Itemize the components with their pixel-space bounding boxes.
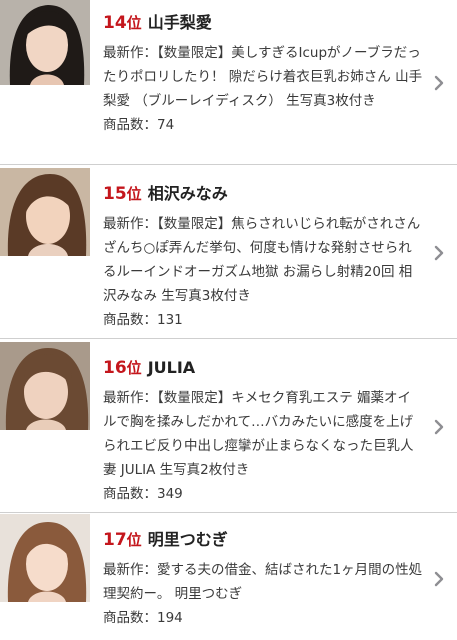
count-label: 商品数： [103, 610, 157, 626]
ranking-item[interactable]: 17位 明里つむぎ 最新作：愛する夫の借金、結ばされた1ヶ月間の性処理契約ー。 明… [0, 513, 457, 640]
actress-photo[interactable] [0, 0, 90, 85]
ranking-item[interactable]: 14位 山手梨愛 最新作：【数量限定】美しすぎるIcupがノーブラだったりポロリし… [0, 0, 457, 165]
actress-name[interactable]: 明里つむぎ [148, 530, 228, 549]
count-label: 商品数： [103, 117, 157, 133]
count-label: 商品数： [103, 312, 157, 328]
count-value: 131 [157, 312, 183, 328]
chevron-right-icon[interactable] [433, 245, 445, 261]
count-value: 194 [157, 610, 183, 626]
latest-release: 最新作：【数量限定】美しすぎるIcupがノーブラだったりポロリしたり！ 隙だらけ… [103, 41, 423, 113]
chevron-right-icon[interactable] [433, 75, 445, 91]
latest-label: 最新作： [103, 45, 157, 61]
rank-number: 17 [103, 530, 127, 550]
product-count: 商品数：349 [103, 482, 423, 506]
rank-suffix: 位 [126, 185, 142, 203]
rank-number: 16 [103, 358, 127, 378]
ranking-list: 14位 山手梨愛 最新作：【数量限定】美しすぎるIcupがノーブラだったりポロリし… [0, 0, 457, 640]
latest-label: 最新作： [103, 562, 157, 578]
count-value: 349 [157, 486, 183, 502]
count-label: 商品数： [103, 486, 157, 502]
actress-photo[interactable] [0, 168, 90, 256]
actress-name[interactable]: 山手梨愛 [148, 13, 212, 32]
rank-number: 14 [103, 13, 127, 33]
rank-suffix: 位 [126, 359, 142, 377]
latest-release: 最新作：愛する夫の借金、結ばされた1ヶ月間の性処理契約ー。 明里つむぎ [103, 558, 423, 606]
product-count: 商品数：194 [103, 606, 423, 630]
actress-name[interactable]: JULIA [148, 358, 195, 377]
latest-label: 最新作： [103, 390, 157, 406]
rank-suffix: 位 [126, 14, 142, 32]
actress-photo[interactable] [0, 514, 90, 602]
latest-release: 最新作：【数量限定】キメセク育乳エステ 媚薬オイルで胸を揉みしだかれて…バカみた… [103, 386, 423, 482]
product-count: 商品数：74 [103, 113, 423, 137]
count-value: 74 [157, 117, 175, 133]
rank-number: 15 [103, 184, 127, 204]
chevron-right-icon[interactable] [433, 419, 445, 435]
chevron-right-icon[interactable] [433, 571, 445, 587]
actress-photo[interactable] [0, 342, 90, 430]
product-count: 商品数：131 [103, 308, 423, 332]
ranking-item[interactable]: 15位 相沢みなみ 最新作：【数量限定】焦らされいじられ転がされさんざんち○ぽ弄ん… [0, 165, 457, 339]
actress-name[interactable]: 相沢みなみ [148, 184, 228, 203]
latest-release: 最新作：【数量限定】焦らされいじられ転がされさんざんち○ぽ弄んだ挙句、何度も情け… [103, 212, 423, 308]
rank-suffix: 位 [126, 531, 142, 549]
latest-label: 最新作： [103, 216, 157, 232]
ranking-item[interactable]: 16位 JULIA 最新作：【数量限定】キメセク育乳エステ 媚薬オイルで胸を揉みし… [0, 339, 457, 513]
